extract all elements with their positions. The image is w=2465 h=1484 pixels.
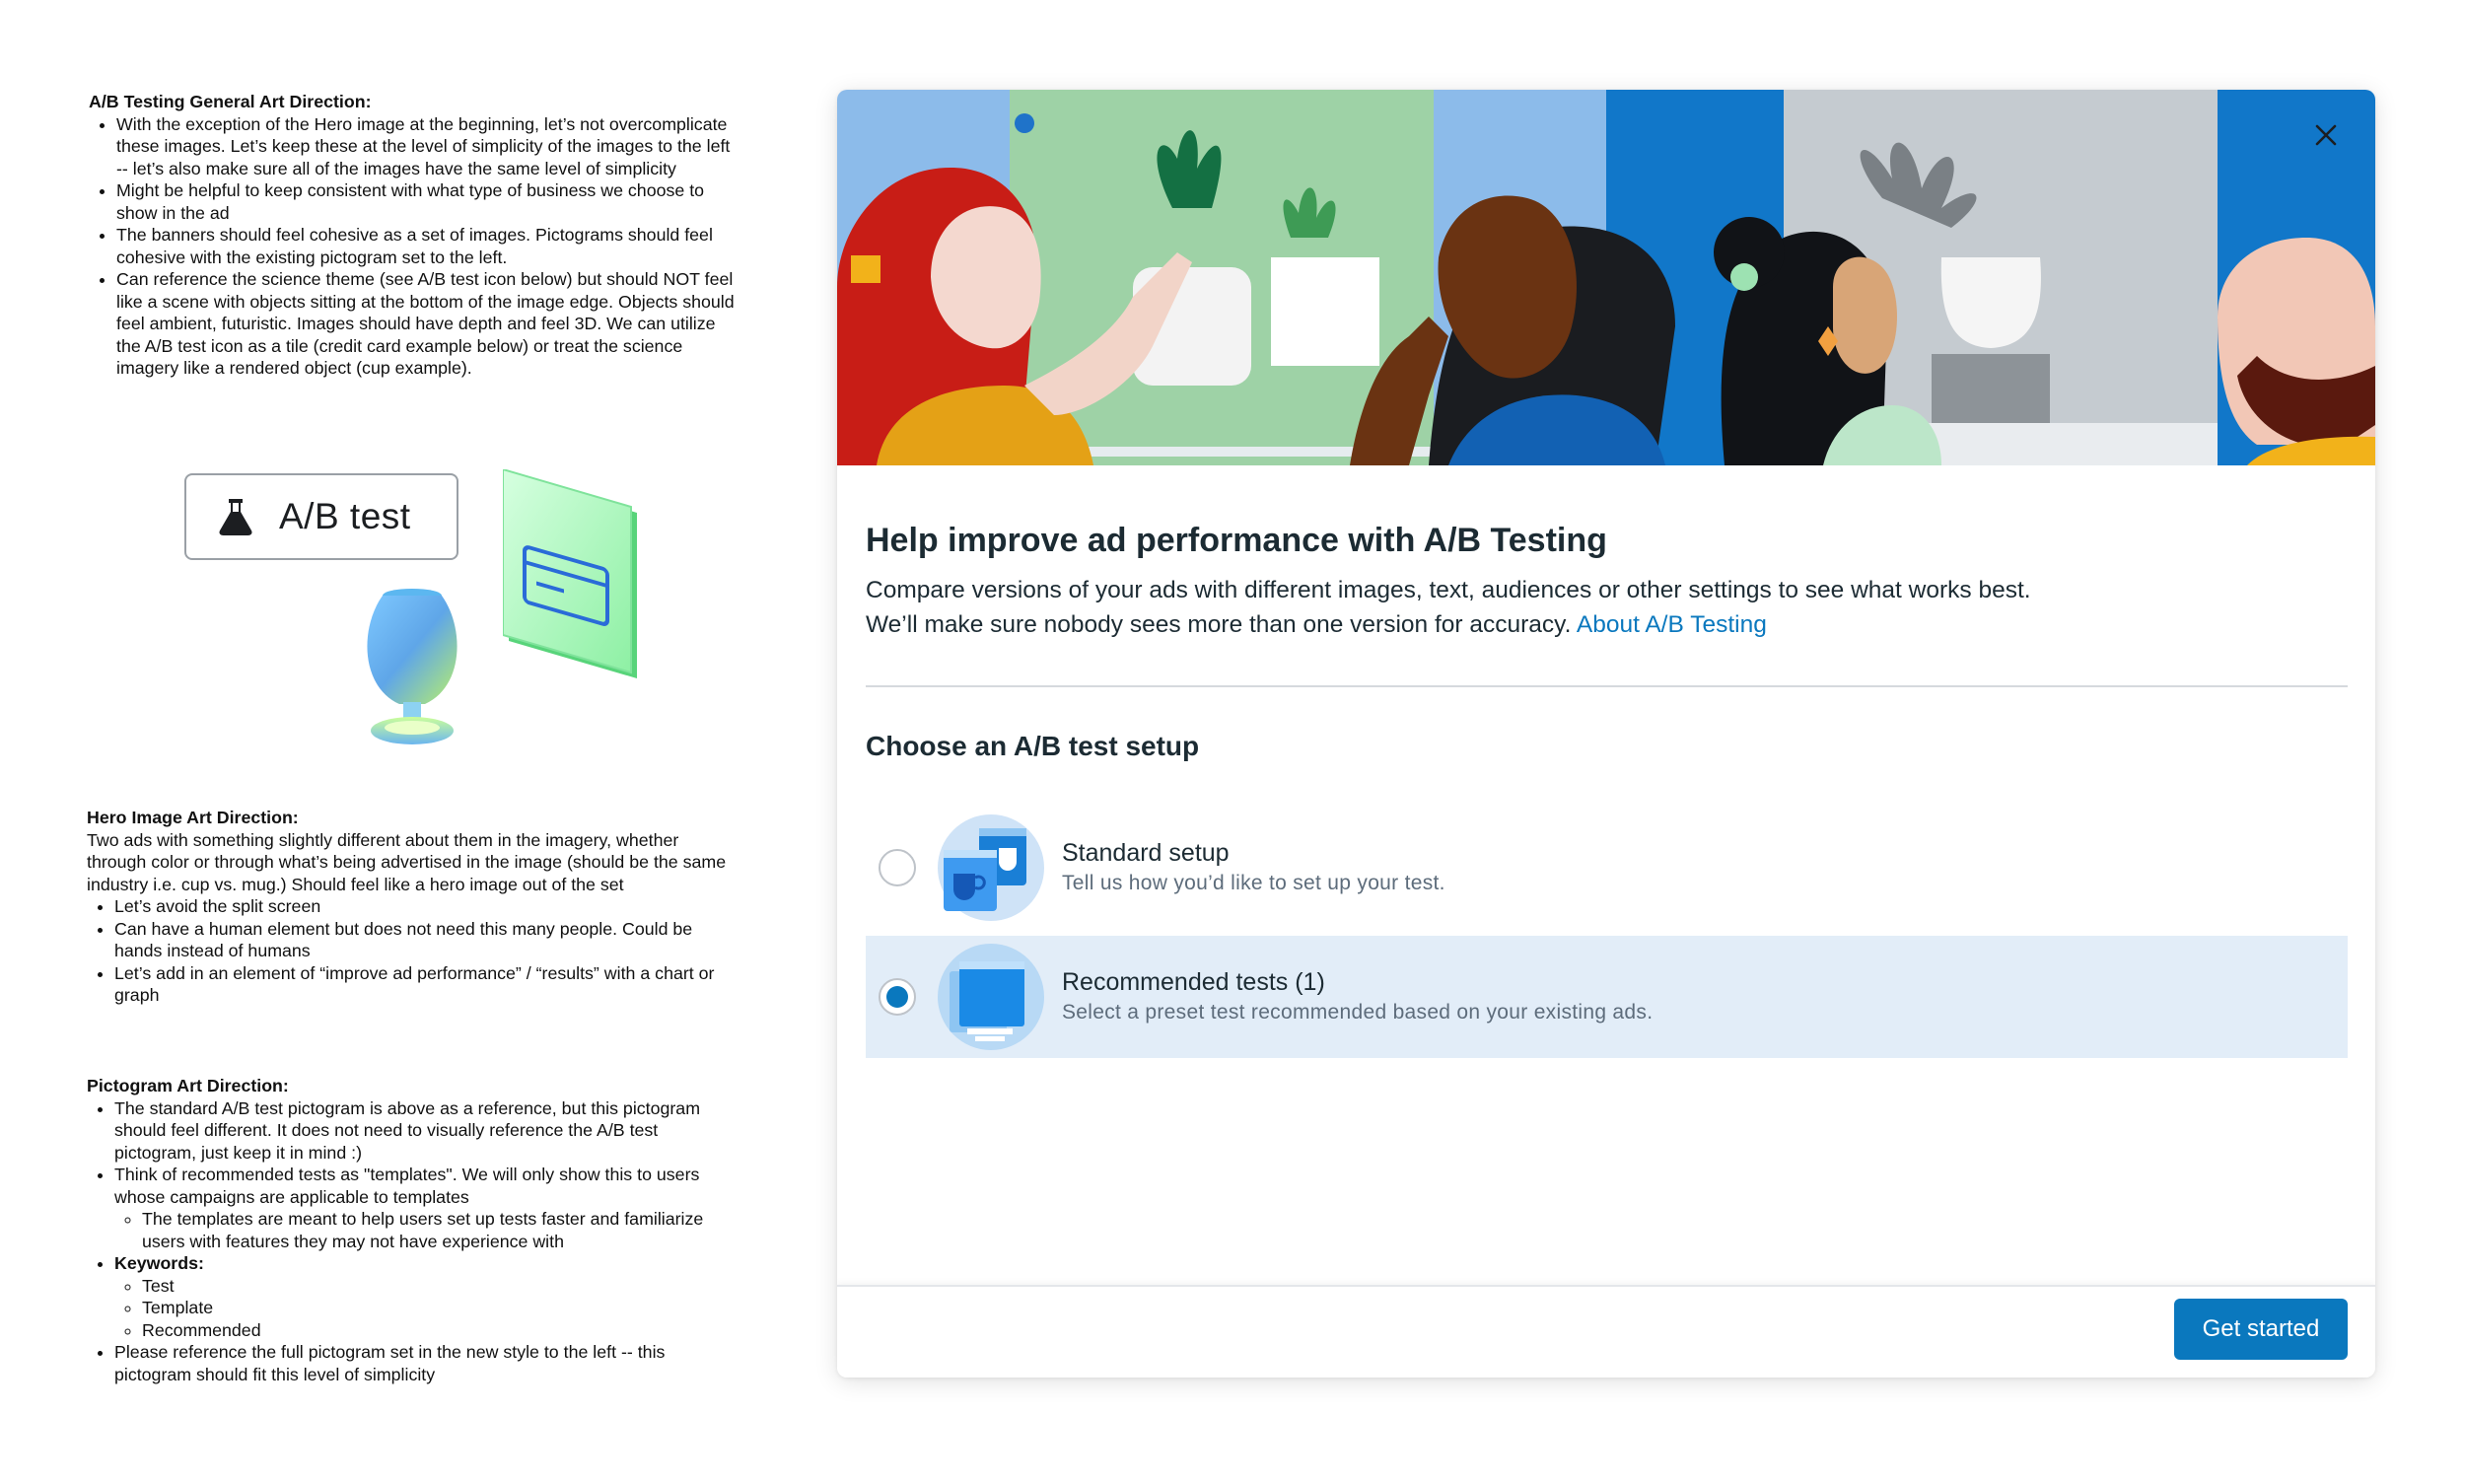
- keyword-item: Test: [142, 1275, 738, 1298]
- notes-subitem: The templates are meant to help users se…: [142, 1208, 738, 1252]
- get-started-button[interactable]: Get started: [2174, 1299, 2348, 1360]
- standard-setup-text: Standard setup Tell us how you’d like to…: [1062, 837, 1445, 898]
- standard-setup-radio[interactable]: [879, 849, 916, 886]
- option-subtitle: Select a preset test recommended based o…: [1062, 1001, 1654, 1024]
- notes-item: Can reference the science theme (see A/B…: [116, 268, 740, 380]
- dialog-title: Help improve ad performance with A/B Tes…: [866, 522, 1607, 559]
- option-title: Standard setup: [1062, 839, 1230, 867]
- hero-image: [837, 90, 2375, 465]
- close-icon: [2315, 124, 2337, 146]
- notes-item: The banners should feel cohesive as a se…: [116, 224, 740, 268]
- pictogram-art-direction-notes: Pictogram Art Direction: The standard A/…: [87, 1075, 738, 1385]
- description-text: Compare versions of your ads with differ…: [866, 577, 2031, 638]
- recommended-tests-text: Recommended tests (1) Select a preset te…: [1062, 966, 1653, 1027]
- flask-icon: [219, 499, 252, 535]
- keywords-list: Test Template Recommended: [114, 1275, 738, 1342]
- setup-section-title: Choose an A/B test setup: [866, 731, 1200, 761]
- notes-item: Think of recommended tests as "templates…: [114, 1164, 738, 1252]
- notes-heading: A/B Testing General Art Direction:: [89, 92, 372, 111]
- option-title: Recommended tests (1): [1062, 968, 1325, 996]
- hero-art-direction-notes: Hero Image Art Direction: Two ads with s…: [87, 807, 738, 1007]
- notes-item: With the exception of the Hero image at …: [116, 113, 740, 180]
- recommended-tests-pictogram-icon: [938, 944, 1044, 1050]
- notes-item-text: Keywords:: [114, 1253, 204, 1273]
- dialog-footer: Get started: [837, 1285, 2375, 1378]
- notes-item: Might be helpful to keep consistent with…: [116, 179, 740, 224]
- option-subtitle: Tell us how you’d like to set up your te…: [1062, 872, 1445, 894]
- standard-setup-option[interactable]: Standard setup Tell us how you’d like to…: [866, 807, 2348, 929]
- notes-list: With the exception of the Hero image at …: [89, 113, 740, 380]
- divider: [866, 685, 2348, 687]
- notes-item: Keywords: Test Template Recommended: [114, 1252, 738, 1341]
- notes-paragraph: Two ads with something slightly differen…: [87, 829, 727, 894]
- hero-illustration: [837, 90, 2375, 465]
- recommended-tests-option[interactable]: Recommended tests (1) Select a preset te…: [866, 936, 2348, 1058]
- notes-item: Let’s add in an element of “improve ad p…: [114, 962, 738, 1007]
- credit-card-tile-illustration: [503, 469, 637, 678]
- notes-heading: Pictogram Art Direction:: [87, 1076, 289, 1095]
- notes-item-text: Think of recommended tests as "templates…: [114, 1165, 700, 1207]
- dialog-description: Compare versions of your ads with differ…: [866, 573, 2049, 642]
- notes-item: Let’s avoid the split screen: [114, 895, 738, 918]
- notes-item: Can have a human element but does not ne…: [114, 918, 738, 962]
- notes-item: Please reference the full pictogram set …: [114, 1341, 738, 1385]
- notes-list: The standard A/B test pictogram is above…: [87, 1097, 738, 1386]
- notes-list: Let’s avoid the split screen Can have a …: [87, 895, 738, 1007]
- recommended-tests-radio[interactable]: [879, 978, 916, 1016]
- ab-test-chip: A/B test: [184, 473, 458, 560]
- keyword-item: Template: [142, 1297, 738, 1319]
- notes-item: The standard A/B test pictogram is above…: [114, 1097, 738, 1165]
- ab-testing-dialog: Help improve ad performance with A/B Tes…: [837, 90, 2375, 1378]
- notes-heading: Hero Image Art Direction:: [87, 808, 299, 827]
- keyword-item: Recommended: [142, 1319, 738, 1342]
- notes-sublist: The templates are meant to help users se…: [114, 1208, 738, 1252]
- glass-cup-illustration: [367, 589, 458, 744]
- about-ab-testing-link[interactable]: About A/B Testing: [1577, 611, 1767, 638]
- standard-setup-pictogram-icon: [938, 814, 1044, 921]
- ab-art-direction-notes: A/B Testing General Art Direction: With …: [89, 91, 740, 380]
- ab-test-label: A/B test: [279, 496, 411, 536]
- close-button[interactable]: [2304, 113, 2348, 157]
